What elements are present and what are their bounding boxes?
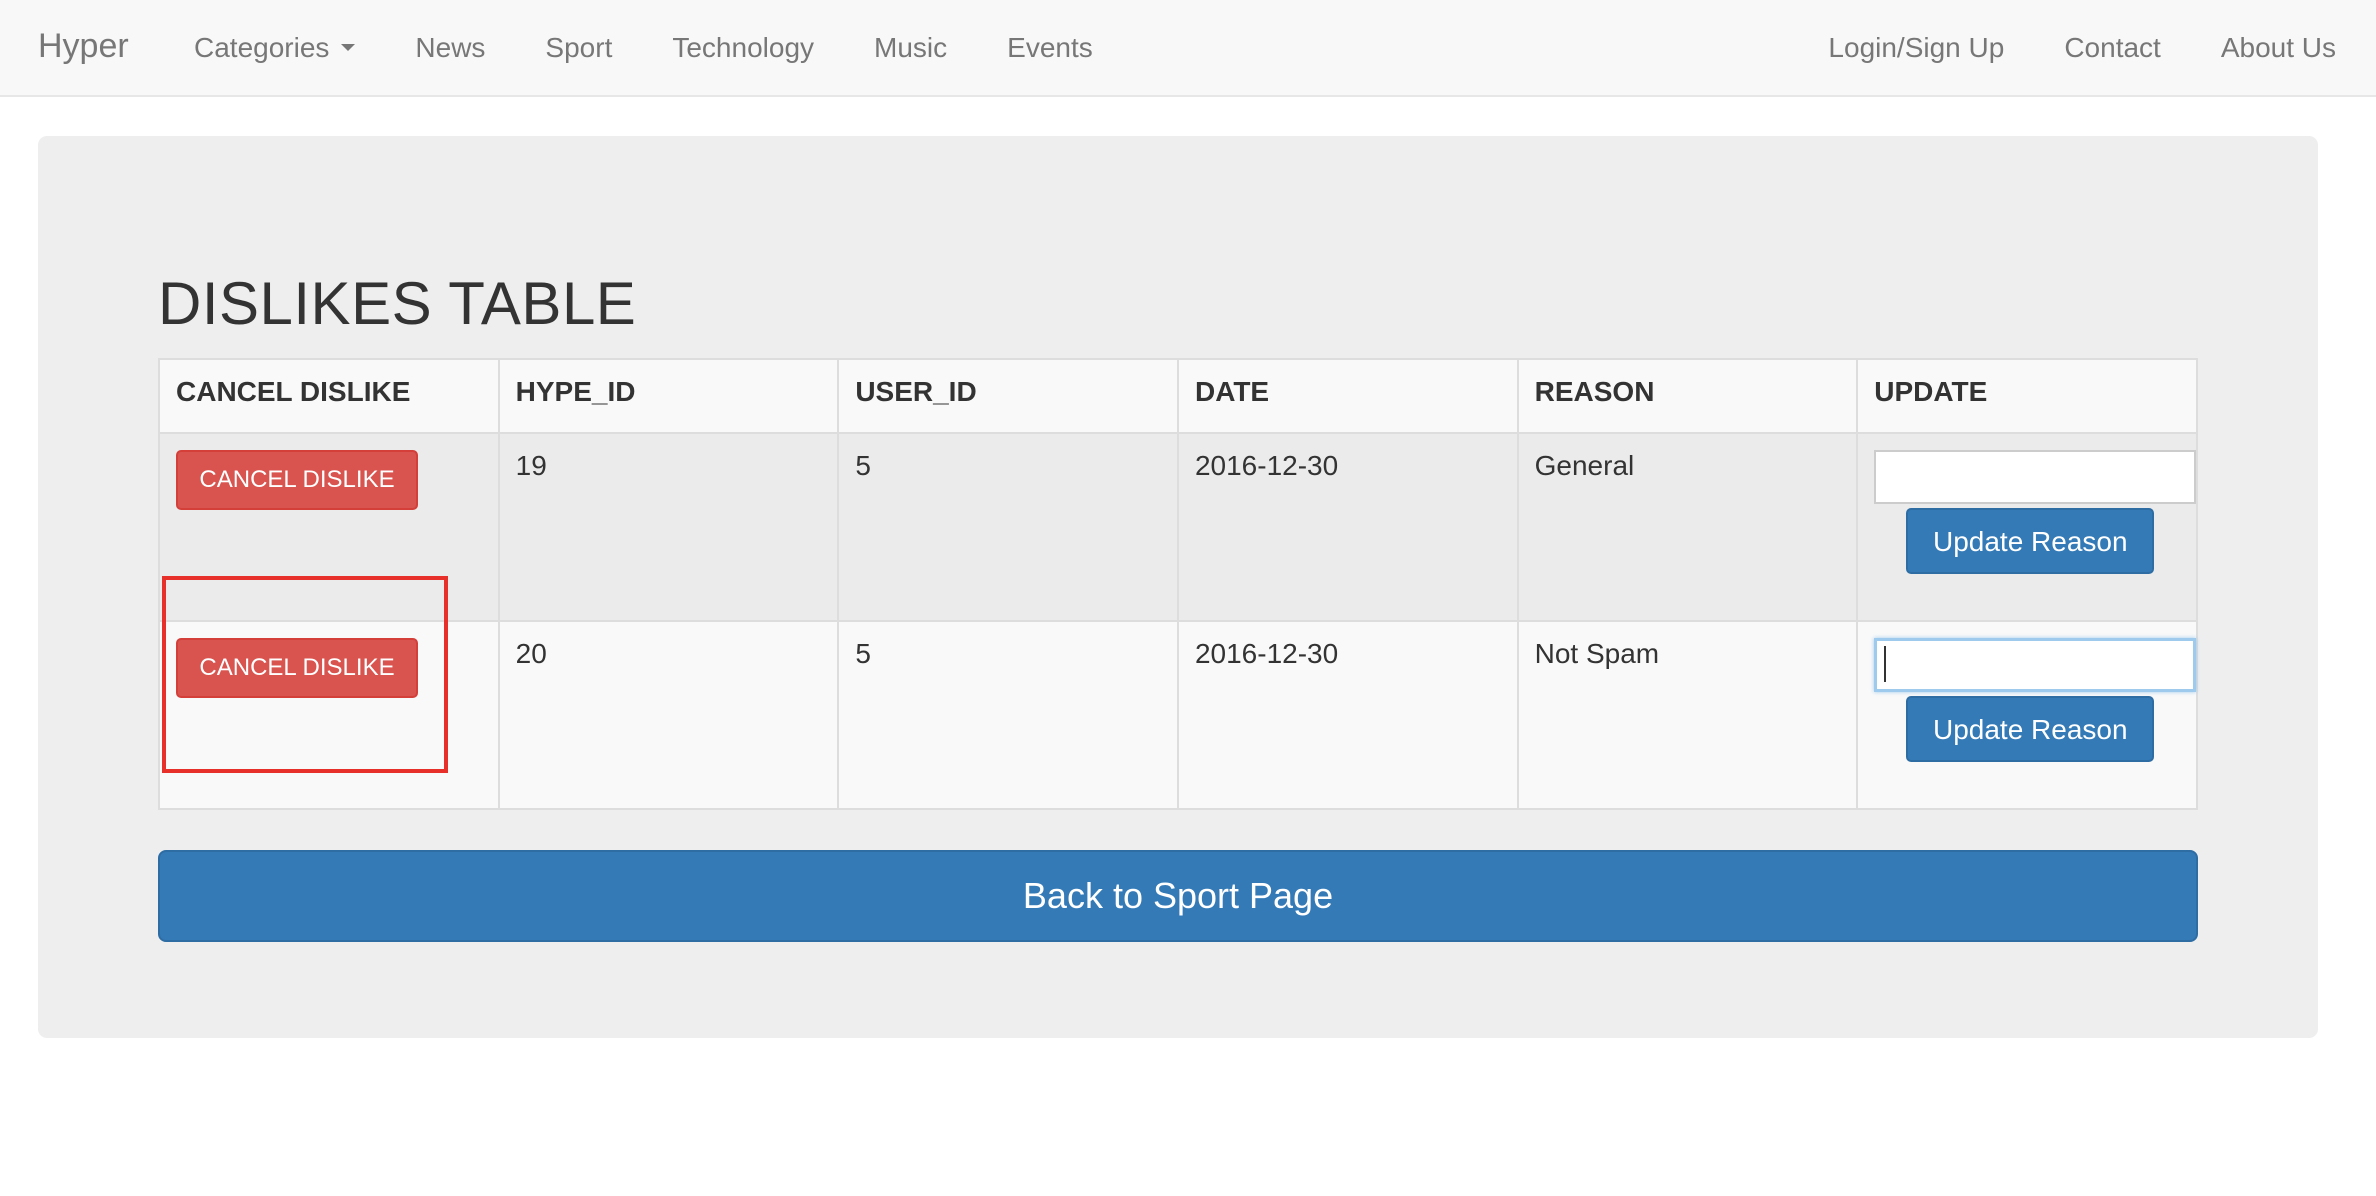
nav-item-label: Sport: [545, 31, 613, 63]
text-cursor: [1884, 646, 1887, 682]
dislikes-table: CANCEL DISLIKE HYPE_ID USER_ID DATE REAS…: [158, 358, 2198, 810]
cell-reason: Not Spam: [1516, 620, 1859, 810]
cell-update: Update Reason: [1856, 432, 2198, 622]
caret-down-icon: [341, 44, 356, 51]
nav-item-music[interactable]: Music: [844, 2, 977, 94]
header-hype-id: HYPE_ID: [497, 358, 840, 434]
nav-item-contact[interactable]: Contact: [2034, 2, 2191, 94]
cell-cancel: CANCEL DISLIKE: [158, 432, 500, 622]
content-panel: DISLIKES TABLE CANCEL DISLIKE HYPE_ID US…: [38, 136, 2318, 1038]
cell-date: 2016-12-30: [1176, 432, 1519, 622]
nav-item-label: Contact: [2064, 31, 2161, 63]
header-user-id: USER_ID: [837, 358, 1179, 434]
nav-left: Categories News Sport Technology Music E…: [164, 0, 1123, 95]
cell-update: Update Reason: [1856, 620, 2198, 810]
nav-item-login-signup[interactable]: Login/Sign Up: [1798, 2, 2034, 94]
reason-input[interactable]: [1874, 638, 2197, 692]
cell-hype-id: 19: [497, 432, 840, 622]
nav-item-technology[interactable]: Technology: [642, 2, 844, 94]
cell-cancel: CANCEL DISLIKE: [158, 620, 500, 810]
nav-item-label: About Us: [2220, 31, 2336, 63]
nav-item-categories[interactable]: Categories: [164, 2, 385, 94]
nav-item-label: News: [415, 31, 486, 63]
header-update: UPDATE: [1856, 358, 2198, 434]
table-row: CANCEL DISLIKE 20 5 2016-12-30 Not Spam …: [158, 620, 2198, 810]
nav-item-label: Events: [1007, 31, 1093, 63]
table-header-row: CANCEL DISLIKE HYPE_ID USER_ID DATE REAS…: [158, 358, 2198, 434]
reason-input[interactable]: [1874, 450, 2197, 504]
nav-item-sport[interactable]: Sport: [515, 2, 642, 94]
cell-user-id: 5: [837, 620, 1179, 810]
page-title: DISLIKES TABLE: [158, 270, 637, 337]
cell-reason: General: [1516, 432, 1859, 622]
top-navbar: Hyper Categories News Sport Technology M…: [0, 0, 2376, 97]
cell-user-id: 5: [837, 432, 1179, 622]
nav-item-label: Login/Sign Up: [1828, 31, 2005, 63]
header-cancel-dislike: CANCEL DISLIKE: [158, 358, 500, 434]
nav-right: Login/Sign Up Contact About Us: [1798, 0, 2366, 95]
nav-item-about-us[interactable]: About Us: [2191, 2, 2366, 94]
header-reason: REASON: [1516, 358, 1859, 434]
cancel-dislike-button[interactable]: CANCEL DISLIKE: [176, 450, 418, 510]
back-to-sport-button[interactable]: Back to Sport Page: [158, 850, 2198, 942]
cancel-dislike-button[interactable]: CANCEL DISLIKE: [176, 638, 418, 698]
nav-item-news[interactable]: News: [385, 2, 515, 94]
update-reason-button[interactable]: Update Reason: [1906, 508, 2155, 574]
table-row: CANCEL DISLIKE 19 5 2016-12-30 General U…: [158, 432, 2198, 622]
update-reason-button[interactable]: Update Reason: [1906, 696, 2155, 762]
nav-item-events[interactable]: Events: [977, 2, 1123, 94]
cell-date: 2016-12-30: [1176, 620, 1519, 810]
nav-item-label: Music: [874, 31, 948, 63]
nav-item-label: Categories: [194, 31, 330, 63]
nav-item-label: Technology: [672, 31, 815, 63]
brand-logo[interactable]: Hyper: [38, 0, 129, 95]
header-date: DATE: [1176, 358, 1519, 434]
cell-hype-id: 20: [497, 620, 840, 810]
dislikes-table-wrapper: CANCEL DISLIKE HYPE_ID USER_ID DATE REAS…: [158, 358, 2198, 810]
reason-input-holder: [1874, 638, 2197, 692]
